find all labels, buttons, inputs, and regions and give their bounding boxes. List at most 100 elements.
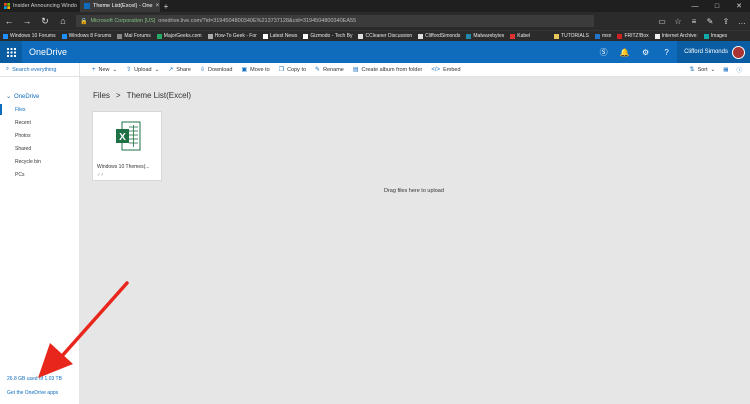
chevron-down-icon: ⌄ [112,66,118,73]
home-icon[interactable]: ⌂ [54,12,72,30]
file-commands: + New ⌄ ⇧ Upload ⌄ ↗ Share ⇩ Download ▣ Move to… [80,66,461,74]
bing-icon [703,33,709,39]
search-input[interactable]: ⌕ Search everything [0,62,80,77]
favorite-link[interactable]: FRITZ!Box [617,33,649,39]
plus-icon: + [92,66,96,73]
skype-icon[interactable]: Ⓢ [593,41,614,63]
more-icon[interactable]: … [734,12,750,30]
address-row: ← → ↻ ⌂ 🔒 Microsoft Corporation [US] one… [0,12,750,30]
folder-icon [554,33,560,39]
embed-button[interactable]: </> Embed [431,67,460,73]
sort-button[interactable]: ⇅ Sort ⌄ [690,66,716,74]
breadcrumb: Files > Theme List(Excel) [93,91,191,100]
nav-item-photos[interactable]: Photos [15,133,31,139]
nav-item-files[interactable]: Files [15,107,26,113]
close-window-icon[interactable]: ✕ [728,0,750,12]
file-tile[interactable]: X Windows 10 Themes(... ♂♂ [92,111,162,181]
move-to-button[interactable]: ▣ Move to [241,66,269,74]
favorite-link[interactable]: Gizmodo - Tech By [303,33,352,39]
reading-view-icon[interactable]: ▭ [654,12,670,30]
favorite-star-icon[interactable]: ☆ [670,12,686,30]
chevron-down-icon: ⌄ [6,94,12,100]
nav-item-recent[interactable]: Recent [15,120,31,126]
favorite-link[interactable]: Internet Archive: [654,33,698,39]
onedrive-icon [84,3,90,9]
favorite-link[interactable]: CliffordSimonds [418,33,460,39]
favorite-link[interactable]: Windows 8 Forums [61,33,111,39]
rename-icon: ✎ [315,67,321,73]
notifications-icon[interactable]: 🔔 [614,41,635,63]
forward-icon[interactable]: → [18,12,36,30]
move-icon: ▣ [241,67,248,73]
nav-item-shared[interactable]: Shared [15,146,31,152]
command-bar: ⌕ Search everything + New ⌄ ⇧ Upload ⌄ ↗ Shar… [0,62,750,77]
nav-item-pcs[interactable]: PCs [15,172,24,178]
favorite-link[interactable]: CCleaner Discussion [358,33,412,39]
favorite-link[interactable]: Windows 10 Forums [3,33,56,39]
favorite-link[interactable]: Kabel [510,33,530,39]
share-button[interactable]: ↗ Share [168,66,191,74]
user-account-button[interactable]: Clifford Simonds [677,41,750,63]
storage-usage-link[interactable]: 26.8 GB used of 1.03 TB [7,376,62,382]
new-tab-button[interactable]: + [160,0,172,12]
favorite-link[interactable]: Malwarebytes [466,33,504,39]
favorite-link[interactable]: Mal Forums [117,33,151,39]
site-icon [303,33,309,39]
browser-tab-onedrive[interactable]: Theme List(Excel) - One × [80,0,160,12]
onedrive-brand[interactable]: OneDrive [29,47,67,57]
close-tab-icon[interactable]: × [156,3,160,9]
site-icon [418,33,424,39]
hub-icon[interactable]: ≡ [686,12,702,30]
site-icon [358,33,364,39]
favorite-link[interactable]: How-To Geek - For [207,33,257,39]
windows-icon [4,3,10,9]
notes-icon[interactable]: ✎ [702,12,718,30]
site-icon [156,33,162,39]
nav-root-onedrive[interactable]: ⌄ OneDrive [6,93,39,101]
refresh-icon[interactable]: ↻ [36,12,54,30]
app-launcher-icon[interactable] [0,41,22,63]
nav-item-recycle-bin[interactable]: Recycle bin [15,159,41,165]
grid-view-icon[interactable]: ▦ [723,67,728,73]
favorite-link[interactable]: Images [703,33,727,39]
browser-tab-insider[interactable]: Insider Announcing Windo [0,0,80,12]
browser-tab-strip: Insider Announcing Windo Theme List(Exce… [0,0,750,12]
favorites-bar: Windows 10 Forums Windows 8 Forums Mal F… [0,30,750,41]
onedrive-header: OneDrive Ⓢ 🔔 ⚙ ? Clifford Simonds [0,41,750,63]
site-icon [510,33,516,39]
address-bar[interactable]: 🔒 Microsoft Corporation [US] onedrive.li… [76,15,594,27]
share-icon[interactable]: ⇪ [718,12,734,30]
favorite-link[interactable]: msn [595,33,611,39]
site-icon [595,33,600,39]
browser-toolbar: ▭ ☆ ≡ ✎ ⇪ … [654,12,750,30]
help-icon[interactable]: ? [656,41,677,63]
file-area: Files > Theme List(Excel) X Windows 10 T… [81,77,750,404]
window-controls: — □ ✕ [684,0,750,12]
maximize-icon[interactable]: □ [706,0,728,12]
upload-button[interactable]: ⇧ Upload ⌄ [126,66,159,74]
url-text: onedrive.live.com/?id=3194504800340E%213… [158,18,357,24]
drop-zone-hint: Drag files here to upload [384,188,444,194]
create-album-button[interactable]: ▤ Create album from folder [353,66,423,74]
copy-to-button[interactable]: ❐ Copy to [279,66,306,74]
info-icon[interactable]: ⓘ [736,66,742,74]
breadcrumb-files[interactable]: Files [93,91,110,100]
upload-icon: ⇧ [126,67,132,73]
share-icon: ↗ [168,67,174,73]
minimize-icon[interactable]: — [684,0,706,12]
site-icon [207,33,213,39]
new-button[interactable]: + New ⌄ [92,67,117,73]
shared-people-icon: ♂♂ [97,172,104,177]
download-button[interactable]: ⇩ Download [200,66,233,74]
back-icon[interactable]: ← [0,12,18,30]
embed-icon: </> [431,66,441,73]
get-apps-link[interactable]: Get the OneDrive apps [7,390,58,396]
favorite-link[interactable]: MajorGeeks.com [156,33,202,39]
settings-gear-icon[interactable]: ⚙ [635,41,656,63]
header-actions: Ⓢ 🔔 ⚙ ? Clifford Simonds [593,41,750,63]
favorite-folder[interactable]: TUTORIALS [554,33,589,39]
favorite-link[interactable]: Latest News [262,33,297,39]
windows-icon [61,33,67,39]
rename-button[interactable]: ✎ Rename [315,66,344,74]
site-icon [262,33,268,39]
